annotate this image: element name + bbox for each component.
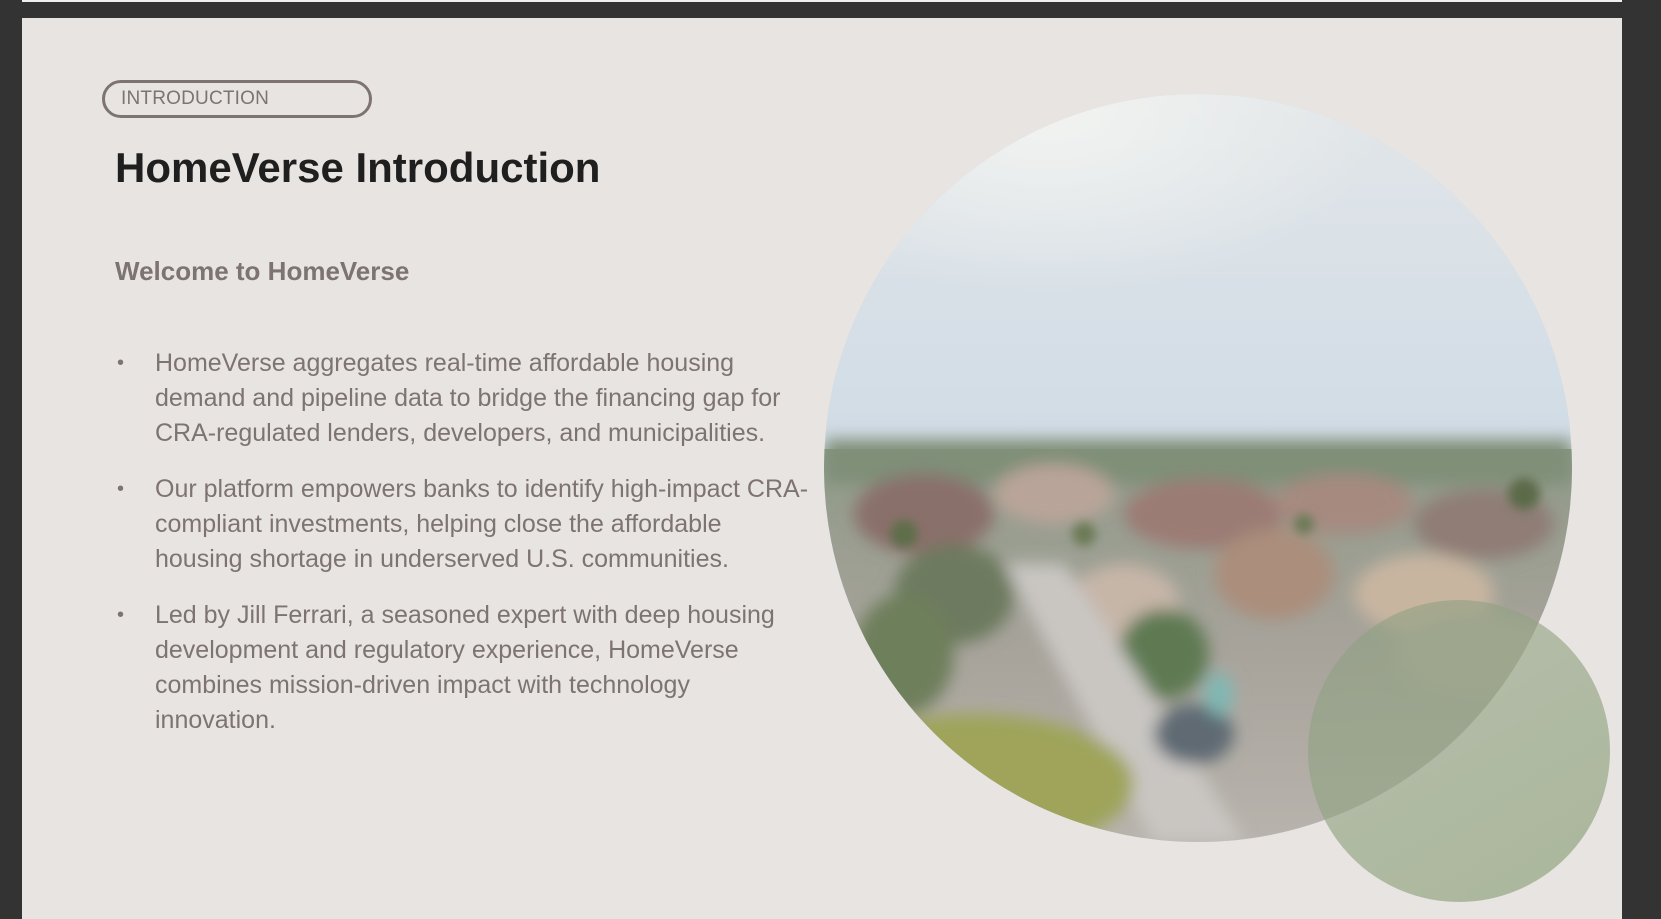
bullet-list: • HomeVerse aggregates real-time afforda… [115,346,815,759]
bullet-item: • HomeVerse aggregates real-time afforda… [115,346,815,451]
window-top-edge [22,0,1622,2]
slide: INTRODUCTION HomeVerse Introduction Welc… [22,18,1622,919]
bullet-marker: • [117,352,125,374]
decorative-green-circle [1308,600,1610,902]
bullet-text: Our platform empowers banks to identify … [155,475,809,573]
bullet-text: HomeVerse aggregates real-time affordabl… [155,349,781,447]
bullet-text: Led by Jill Ferrari, a seasoned expert w… [155,601,775,734]
page-title: HomeVerse Introduction [115,144,601,191]
slide-subtitle: Welcome to HomeVerse [115,256,410,286]
bullet-marker: • [117,478,125,500]
bullet-item: • Our platform empowers banks to identif… [115,472,815,577]
bullet-marker: • [117,604,125,626]
section-label-pill: INTRODUCTION [102,80,372,118]
bullet-item: • Led by Jill Ferrari, a seasoned expert… [115,598,815,738]
